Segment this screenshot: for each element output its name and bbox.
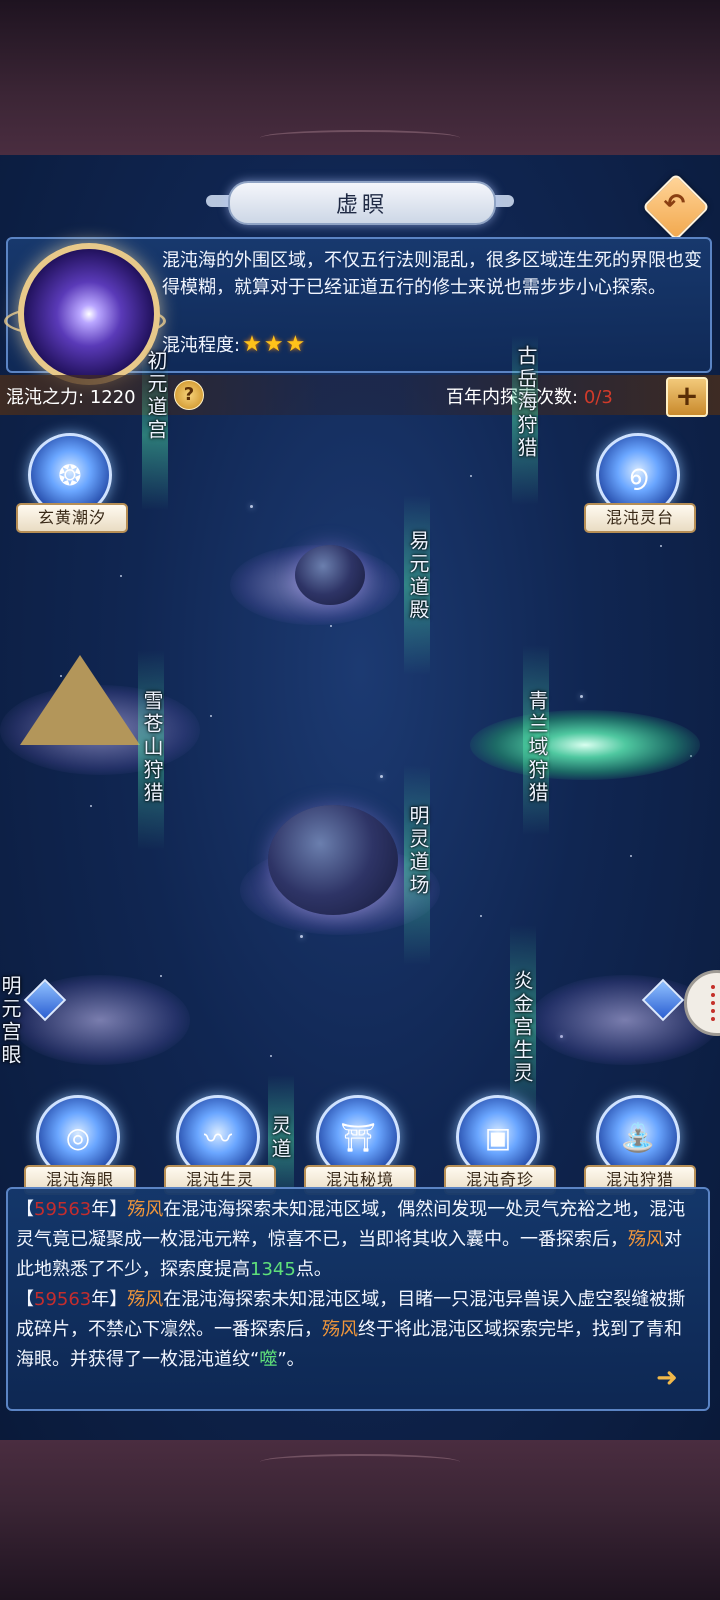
star [660, 545, 662, 547]
log-player-name: 殇风 [322, 1319, 358, 1340]
location-label[interactable]: 明灵道场 [404, 805, 433, 897]
location-label[interactable]: 雪苍山狩猎 [138, 690, 167, 805]
node-chaos-creature[interactable]: 〰 混沌生灵 [164, 1095, 276, 1195]
add-explore-button[interactable]: + [666, 377, 708, 417]
bottom-frame [0, 1440, 720, 1600]
frame-ornament [260, 1454, 460, 1470]
log-year-suffix: 年】 [91, 1289, 128, 1310]
planet [295, 545, 365, 605]
log-item: 噬 [259, 1349, 278, 1370]
chaos-power: 混沌之力: 1220 [6, 383, 136, 409]
galaxy-orb-icon [18, 243, 160, 385]
star [120, 575, 122, 577]
log-year: 59563 [34, 1289, 92, 1310]
star [250, 505, 253, 508]
chaos-level-label: 混沌程度: [162, 335, 241, 356]
star-icon: ★ [242, 331, 262, 357]
star [330, 625, 332, 627]
star [90, 805, 92, 807]
log-player-name: 殇风 [127, 1199, 164, 1220]
node-chaos-secret-realm[interactable]: ⛩ 混沌秘境 [304, 1095, 416, 1195]
mountain [20, 655, 140, 745]
chaos-power-label: 混沌之力: [6, 387, 85, 408]
planet [268, 805, 398, 915]
help-button[interactable]: ? [174, 380, 204, 410]
log-quote: “ [250, 1349, 260, 1370]
log-entry: 【59563年】殇风在混沌海探索未知混沌区域，目睹一只混沌异兽误入虚空裂缝被撕成… [16, 1285, 696, 1375]
log-text: 点。 [295, 1259, 332, 1280]
node-label: 混沌灵台 [584, 503, 696, 533]
star [380, 775, 383, 778]
chaos-level: 混沌程度: ★ ★ ★ [162, 331, 305, 357]
location-label[interactable]: 青兰域狩猎 [523, 690, 552, 805]
log-points: 1345 [250, 1259, 296, 1280]
star [580, 695, 583, 698]
galaxy [470, 710, 700, 780]
log-player-name: 殇风 [628, 1229, 664, 1250]
chaos-power-value: 1220 [89, 387, 136, 408]
log-bracket: 【 [16, 1289, 34, 1310]
node-chaos-sea-eye[interactable]: ◎ 混沌海眼 [24, 1095, 136, 1195]
log-bracket: 【 [16, 1199, 34, 1220]
log-player-name: 殇风 [127, 1289, 164, 1310]
node-chaos-hunt[interactable]: ⛲ 混沌狩猎 [584, 1095, 696, 1195]
location-label[interactable]: 初元道宫 [142, 350, 171, 442]
log-entry: 【59563年】殇风在混沌海探索未知混沌区域，偶然间发现一处灵气充裕之地，混沌灵… [16, 1195, 696, 1285]
node-chaos-platform[interactable]: ൭ 混沌灵台 [584, 433, 696, 533]
star [160, 975, 162, 977]
location-label[interactable]: 明元宫眼 [0, 975, 25, 1067]
star [270, 1055, 272, 1057]
star [210, 715, 212, 717]
back-button[interactable]: ↶ [642, 173, 710, 241]
location-label[interactable]: 古岳海狩猎 [512, 345, 541, 460]
area-description: 混沌海的外围区域，不仅五行法则混乱，很多区域连生死的界限也变得模糊，就算对于已经… [162, 250, 702, 298]
page-title: 虚瞑 [228, 181, 496, 225]
star [470, 475, 472, 477]
top-frame [0, 0, 720, 155]
star [300, 935, 303, 938]
node-xuanhuang-tide[interactable]: ❂ 玄黄潮汐 [16, 433, 128, 533]
exploration-log: 【59563年】殇风在混沌海探索未知混沌区域，偶然间发现一处灵气充裕之地，混沌灵… [16, 1195, 696, 1375]
node-chaos-treasure[interactable]: ▣ 混沌奇珍 [444, 1095, 556, 1195]
star-icon: ★ [285, 331, 306, 357]
log-year-suffix: 年】 [91, 1199, 128, 1220]
log-quote: ”。 [277, 1349, 305, 1370]
frame-ornament [260, 130, 460, 146]
star [480, 915, 482, 917]
back-arrow-icon: ↶ [663, 189, 686, 220]
chaos-sea-map: 虚瞑 ↶ 混沌海的外围区域，不仅五行法则混乱，很多区域连生死的界限也变得模糊，就… [0, 155, 720, 1440]
location-label[interactable]: 炎金宫生灵 [508, 970, 537, 1085]
star-icon: ★ [263, 331, 284, 357]
star [630, 855, 632, 857]
explore-count-value: 0/3 [583, 387, 613, 408]
next-arrow-icon[interactable]: ➜ [656, 1363, 678, 1393]
log-year: 59563 [34, 1199, 92, 1220]
location-label[interactable]: 易元道殿 [404, 530, 433, 622]
location-label[interactable]: 灵道 [266, 1115, 295, 1161]
node-label: 玄黄潮汐 [16, 503, 128, 533]
